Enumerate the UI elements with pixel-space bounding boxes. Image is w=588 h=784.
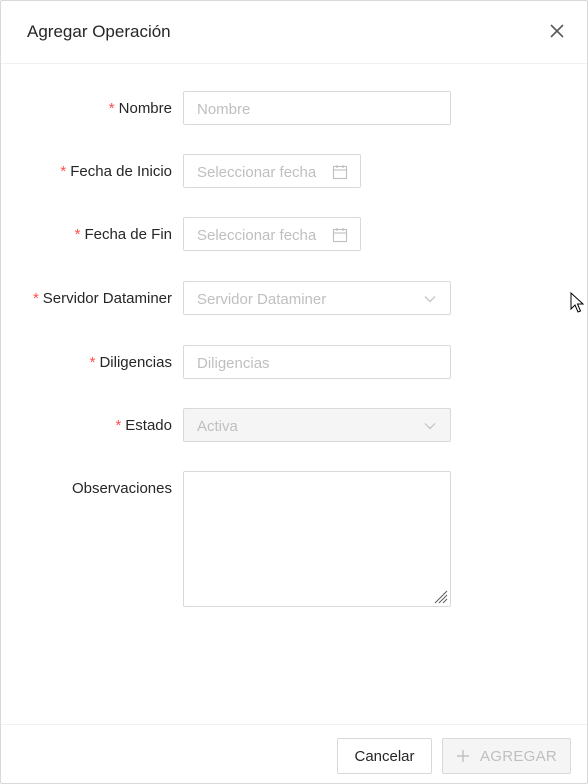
close-button[interactable]: [545, 19, 569, 43]
servidor-select[interactable]: Servidor Dataminer: [183, 281, 451, 315]
cancel-button[interactable]: Cancelar: [337, 738, 432, 774]
resize-handle-icon[interactable]: [432, 588, 448, 604]
form-row-observaciones: Observaciones: [1, 471, 587, 607]
calendar-icon[interactable]: [332, 164, 348, 180]
add-button[interactable]: AGREGAR: [442, 738, 571, 774]
form-row-fecha-fin: * Fecha de Fin Seleccionar fecha: [1, 217, 587, 253]
fecha-inicio-placeholder: Seleccionar fecha: [197, 164, 317, 181]
chevron-down-icon: [422, 418, 438, 434]
fecha-fin-placeholder: Seleccionar fecha: [197, 227, 317, 244]
dialog-header: Agregar Operación: [1, 1, 587, 64]
fecha-inicio-picker[interactable]: Seleccionar fecha: [183, 154, 361, 188]
diligencias-input[interactable]: Diligencias: [183, 345, 451, 379]
nombre-placeholder: Nombre: [197, 101, 251, 118]
diligencias-placeholder: Diligencias: [197, 355, 270, 372]
servidor-label: * Servidor Dataminer: [32, 290, 172, 307]
servidor-placeholder: Servidor Dataminer: [197, 291, 327, 308]
estado-label: * Estado: [115, 417, 172, 434]
nombre-label: * Nombre: [108, 100, 172, 117]
required-marker: *: [60, 163, 67, 180]
form-row-fecha-inicio: * Fecha de Inicio Seleccionar fecha: [1, 154, 587, 190]
form-row-servidor: * Servidor Dataminer Servidor Dataminer: [1, 281, 587, 317]
form-row-estado: * Estado Activa: [1, 408, 587, 444]
calendar-icon[interactable]: [332, 227, 348, 243]
observaciones-textarea[interactable]: [183, 471, 451, 607]
fecha-fin-picker[interactable]: Seleccionar fecha: [183, 217, 361, 251]
diligencias-label: * Diligencias: [89, 354, 172, 371]
estado-select: Activa: [183, 408, 451, 442]
required-marker: *: [108, 100, 115, 117]
estado-value: Activa: [197, 418, 238, 435]
form-row-nombre: * Nombre Nombre: [1, 91, 587, 127]
add-button-label: AGREGAR: [479, 747, 558, 765]
nombre-input[interactable]: Nombre: [183, 91, 451, 125]
chevron-down-icon: [422, 291, 438, 307]
form-row-diligencias: * Diligencias Diligencias: [1, 345, 587, 381]
plus-icon: [456, 750, 469, 762]
mouse-cursor-icon: [570, 292, 584, 313]
dialog-title: Agregar Operación: [27, 22, 171, 41]
fecha-fin-label: * Fecha de Fin: [74, 226, 172, 243]
observaciones-label: Observaciones: [71, 480, 172, 497]
fecha-inicio-label: * Fecha de Inicio: [60, 163, 172, 180]
close-icon: [550, 24, 564, 38]
dialog-footer: Cancelar AGREGAR: [1, 724, 587, 784]
required-marker: *: [74, 226, 81, 243]
required-marker: *: [115, 417, 122, 434]
add-operation-dialog: Agregar Operación * Nombre Nombre * Fecha …: [0, 0, 588, 784]
required-marker: *: [89, 354, 96, 371]
required-marker: *: [32, 290, 39, 307]
